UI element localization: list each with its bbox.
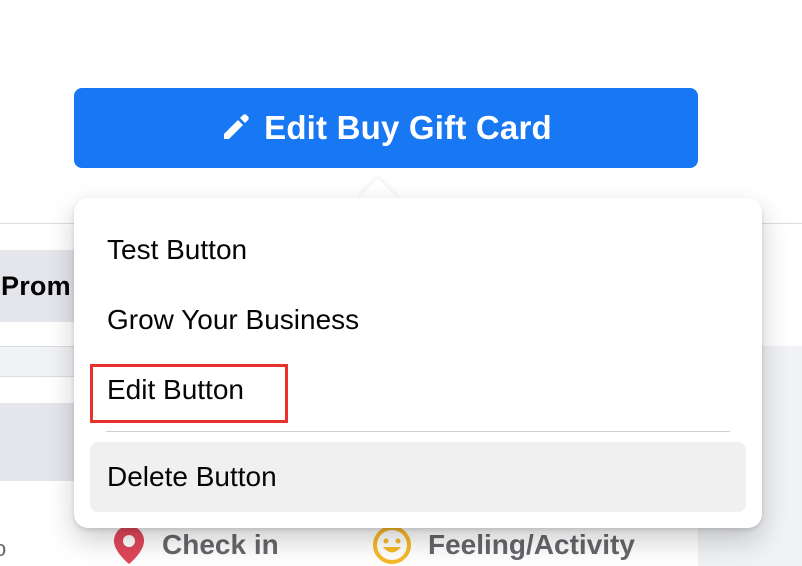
- promote-tab-label: Prom: [1, 270, 71, 301]
- check-in-action[interactable]: Check in: [112, 524, 279, 566]
- left-card-inner-fragment: [0, 403, 74, 481]
- edit-buy-gift-card-button[interactable]: Edit Buy Gift Card: [74, 88, 698, 168]
- menu-item-delete-button[interactable]: Delete Button: [90, 442, 746, 512]
- menu-item-grow-your-business[interactable]: Grow Your Business: [90, 285, 746, 355]
- button-options-menu: Test Button Grow Your Business Edit Butt…: [74, 198, 762, 528]
- left-edge-glyph: o: [0, 536, 7, 561]
- pencil-icon: [220, 112, 250, 142]
- menu-item-label: Grow Your Business: [107, 304, 360, 335]
- menu-item-label: Edit Button: [107, 374, 244, 405]
- smiley-icon: [372, 525, 412, 565]
- check-in-label: Check in: [162, 529, 279, 560]
- location-pin-icon: [112, 525, 146, 565]
- menu-item-label: Test Button: [107, 234, 248, 265]
- feeling-activity-label: Feeling/Activity: [428, 529, 635, 560]
- feeling-activity-action[interactable]: Feeling/Activity: [372, 524, 635, 566]
- menu-item-edit-button[interactable]: Edit Button: [90, 355, 746, 425]
- menu-item-test-button[interactable]: Test Button: [90, 215, 746, 285]
- edit-buy-gift-card-label: Edit Buy Gift Card: [264, 109, 552, 146]
- menu-item-label: Delete Button: [107, 461, 277, 492]
- menu-divider: [106, 431, 730, 432]
